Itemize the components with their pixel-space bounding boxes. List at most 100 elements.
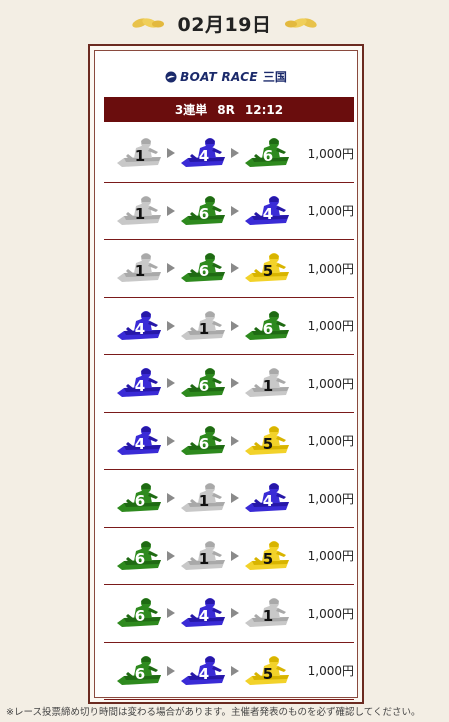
race-info-bar: 3連単 8R 12:12 [104, 97, 354, 122]
boat-sequence: 4 6 1 [114, 355, 292, 412]
ticket-card: BOAT RACE 三国 3連単 8R 12:12 1 4 6 1,000円 1 6 4 1,… [88, 44, 364, 704]
boat-icon: 6 [242, 309, 292, 343]
boat-number: 4 [198, 664, 210, 683]
boat-number: 6 [198, 262, 210, 281]
arrow-right-icon [166, 654, 176, 688]
boat-icon: 6 [114, 654, 164, 688]
bet-amount: 1,000円 [307, 606, 354, 621]
arrow-right-icon [230, 596, 240, 630]
bet-amount: 1,000円 [307, 491, 354, 506]
arrow-right-icon [166, 366, 176, 400]
boat-number: 6 [262, 147, 274, 166]
boat-number: 1 [134, 147, 146, 166]
race-number: 8R [217, 102, 235, 117]
ticket-inner: BOAT RACE 三国 3連単 8R 12:12 1 4 6 1,000円 1 6 4 1,… [94, 50, 358, 700]
boat-icon: 6 [114, 539, 164, 573]
boat-icon: 6 [178, 424, 228, 458]
arrow-right-icon [230, 654, 240, 688]
venue-name: 三国 [262, 70, 287, 84]
arrow-right-icon [230, 136, 240, 170]
boat-number: 1 [262, 377, 274, 396]
boat-icon: 1 [114, 251, 164, 285]
boat-number: 4 [134, 319, 146, 338]
bet-row: 6 1 4 1,000円 [104, 470, 354, 528]
bet-row: 6 1 5 1,000円 [104, 528, 354, 585]
header: 02月19日 [0, 6, 449, 40]
boat-icon: 1 [178, 539, 228, 573]
boat-icon: 5 [242, 251, 292, 285]
bet-row: 6 4 5 1,000円 [104, 643, 354, 700]
footnote: ※レース投票締め切り時間は変わる場合があります。主催者発表のものを必ず確認してく… [6, 707, 421, 718]
boat-sequence: 1 6 5 [114, 240, 292, 297]
boat-icon: 6 [114, 481, 164, 515]
boat-number: 5 [262, 549, 274, 568]
arrow-right-icon [230, 309, 240, 343]
boat-number: 1 [198, 549, 210, 568]
boat-sequence: 4 6 5 [114, 413, 292, 470]
arrow-right-icon [166, 539, 176, 573]
boat-icon: 6 [114, 596, 164, 630]
boat-icon: 1 [114, 136, 164, 170]
boat-icon: 5 [242, 539, 292, 573]
logo-text: BOAT RACE [180, 69, 258, 84]
boat-sequence: 1 6 4 [114, 183, 292, 240]
boat-icon: 6 [178, 194, 228, 228]
arrow-right-icon [230, 539, 240, 573]
boat-icon: 6 [178, 366, 228, 400]
boat-sequence: 6 1 4 [114, 470, 292, 527]
boat-race-logo-icon [165, 71, 177, 82]
bet-type: 3連単 [174, 103, 208, 117]
boat-number: 1 [198, 319, 210, 338]
boat-sequence: 1 4 6 [114, 125, 292, 182]
arrow-right-icon [230, 251, 240, 285]
boat-sequence: 6 4 5 [114, 643, 292, 700]
boat-number: 4 [262, 492, 274, 511]
bet-row: 4 6 5 1,000円 [104, 413, 354, 470]
bet-amount: 1,000円 [307, 319, 354, 334]
boat-number: 5 [262, 664, 274, 683]
bet-row: 4 6 1 1,000円 [104, 355, 354, 413]
arrow-right-icon [166, 481, 176, 515]
boat-number: 4 [134, 377, 146, 396]
bet-amount: 1,000円 [307, 204, 354, 219]
boat-icon: 6 [242, 136, 292, 170]
boat-number: 6 [134, 549, 146, 568]
arrow-right-icon [166, 424, 176, 458]
bet-row: 1 4 6 1,000円 [104, 125, 354, 183]
boat-number: 1 [134, 262, 146, 281]
boat-icon: 6 [178, 251, 228, 285]
boat-icon: 4 [242, 194, 292, 228]
boat-number: 6 [198, 434, 210, 453]
boat-icon: 4 [114, 424, 164, 458]
boat-number: 6 [134, 664, 146, 683]
boat-icon: 4 [114, 366, 164, 400]
boat-sequence: 4 1 6 [114, 298, 292, 355]
boat-number: 4 [262, 204, 274, 223]
boat-number: 4 [134, 434, 146, 453]
bet-row: 4 1 6 1,000円 [104, 298, 354, 355]
boat-number: 5 [262, 434, 274, 453]
bet-list: 1 4 6 1,000円 1 6 4 1,000円 1 6 5 1,000円 4 1 6 1,000円 4 6 1 1… [104, 125, 354, 700]
boat-number: 1 [262, 607, 274, 626]
arrow-right-icon [166, 596, 176, 630]
arrow-right-icon [230, 424, 240, 458]
boat-number: 6 [262, 319, 274, 338]
boat-icon: 1 [242, 366, 292, 400]
boat-race-logo: BOAT RACE 三国 [95, 68, 357, 85]
bet-amount: 1,000円 [307, 146, 354, 161]
boat-number: 5 [262, 262, 274, 281]
race-time: 12:12 [244, 102, 284, 117]
boat-icon: 1 [242, 596, 292, 630]
boat-number: 4 [198, 607, 210, 626]
boat-icon: 4 [114, 309, 164, 343]
boat-number: 6 [134, 607, 146, 626]
arrow-right-icon [230, 194, 240, 228]
boat-icon: 1 [178, 309, 228, 343]
arrow-right-icon [166, 251, 176, 285]
boat-sequence: 6 1 5 [114, 528, 292, 585]
bet-amount: 1,000円 [307, 549, 354, 564]
bet-amount: 1,000円 [307, 434, 354, 449]
arrow-right-icon [230, 481, 240, 515]
boat-number: 1 [198, 492, 210, 511]
arrow-right-icon [166, 136, 176, 170]
